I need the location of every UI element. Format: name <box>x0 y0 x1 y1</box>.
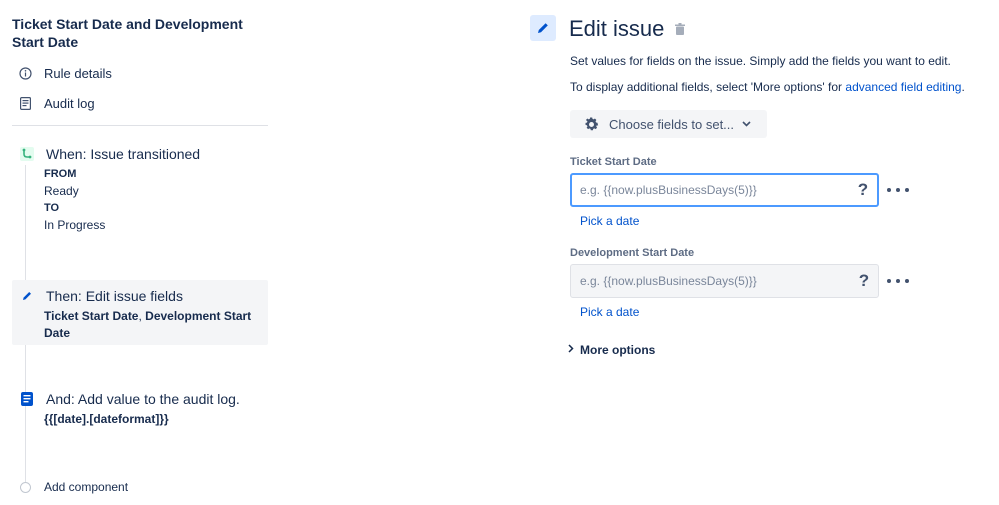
help-icon[interactable]: ? <box>850 271 878 291</box>
audit-log-icon <box>20 392 34 406</box>
development-start-date-field[interactable]: ? <box>570 264 879 298</box>
pencil-icon <box>20 289 34 303</box>
to-status: In Progress <box>44 218 106 232</box>
edit-issue-title: Edit issue <box>569 15 686 43</box>
choose-fields-label: Choose fields to set... <box>609 116 735 132</box>
trigger-title: When: Issue transitioned <box>46 146 201 162</box>
ticket-start-date-field[interactable]: ? <box>570 173 879 207</box>
more-options-label: More options <box>580 343 656 357</box>
pick-a-date-link[interactable]: Pick a date <box>580 214 639 228</box>
edit-issue-action-step[interactable]: Then: Edit issue fields Ticket Start Dat… <box>12 280 268 345</box>
development-start-date-label: Development Start Date <box>570 247 695 259</box>
audit-log-action-step[interactable]: And: Add value to the audit log. {{[date… <box>12 391 268 436</box>
from-status: Ready <box>44 184 79 198</box>
branch-icon <box>20 147 34 161</box>
choose-fields-button[interactable]: Choose fields to set... <box>570 110 767 138</box>
more-options-toggle[interactable]: More options <box>568 343 655 357</box>
more-actions-icon[interactable] <box>887 183 909 197</box>
pick-a-date-link[interactable]: Pick a date <box>580 305 639 319</box>
audit-log-link[interactable]: Audit log <box>18 93 95 113</box>
divider <box>12 125 268 126</box>
description-line-1: Set values for fields on the issue. Simp… <box>570 54 951 68</box>
edit-pencil-icon <box>530 15 556 41</box>
gear-icon <box>582 115 600 133</box>
add-component-button[interactable]: Add component <box>20 480 128 494</box>
add-component-label: Add component <box>44 480 129 494</box>
to-label: TO <box>44 202 60 214</box>
development-start-date-input[interactable] <box>571 265 850 297</box>
action-title: Then: Edit issue fields <box>46 288 183 304</box>
audit-action-title: And: Add value to the audit log. <box>46 391 240 407</box>
trash-icon[interactable] <box>674 22 686 36</box>
ticket-start-date-input[interactable] <box>572 175 849 205</box>
help-icon[interactable]: ? <box>849 180 877 200</box>
chevron-down-icon <box>742 119 751 130</box>
document-icon <box>18 96 32 110</box>
page-title: Edit issue <box>569 16 665 41</box>
info-icon <box>18 66 32 80</box>
chevron-right-icon <box>568 344 574 356</box>
rule-title: Ticket Start Date and Development Start … <box>12 16 243 50</box>
audit-log-label: Audit log <box>44 95 95 111</box>
add-circle-icon <box>20 481 31 493</box>
rule-details-link[interactable]: Rule details <box>18 63 112 83</box>
trigger-step[interactable]: When: Issue transitioned FROM Ready TO I… <box>12 146 268 246</box>
audit-action-value: {{[date].[dateformat]}} <box>44 412 169 426</box>
rule-panel: Ticket Start Date and Development Start … <box>0 0 280 505</box>
description-line-2: To display additional fields, select 'Mo… <box>570 80 965 94</box>
description-prefix: To display additional fields, select 'Mo… <box>570 80 846 94</box>
from-label: FROM <box>44 168 77 180</box>
more-actions-icon[interactable] <box>887 274 909 288</box>
action-field-1: Ticket Start Date <box>44 309 139 323</box>
description-suffix: . <box>961 80 965 94</box>
advanced-field-editing-link[interactable]: advanced field editing <box>845 80 961 94</box>
rule-details-label: Rule details <box>44 65 112 81</box>
ticket-start-date-label: Ticket Start Date <box>570 156 657 168</box>
